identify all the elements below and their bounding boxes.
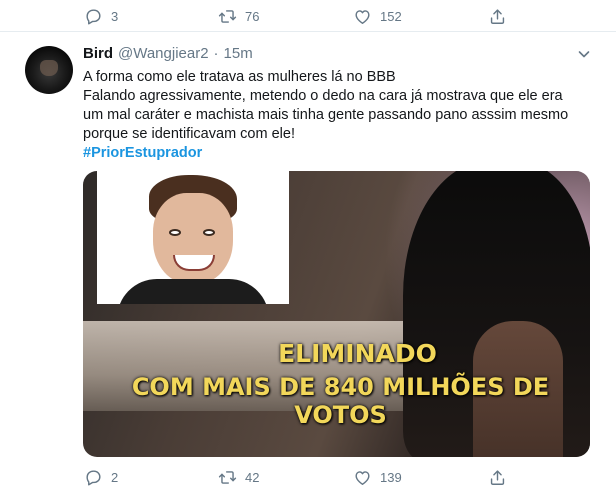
- tweet[interactable]: Bird @Wangjiear2 · 15m A forma como ele …: [0, 33, 616, 486]
- retweet-icon: [218, 7, 237, 26]
- share-icon: [488, 468, 507, 486]
- tweet-timestamp[interactable]: 15m: [224, 45, 253, 62]
- author-handle[interactable]: @Wangjiear2: [118, 45, 209, 62]
- retweet-button[interactable]: 42: [218, 468, 259, 486]
- tweet-text-line: um mal caráter e machista mais tinha gen…: [83, 107, 569, 123]
- more-options-button[interactable]: [576, 46, 592, 62]
- share-icon: [488, 7, 507, 26]
- reply-count: 2: [111, 470, 119, 485]
- retweet-count: 42: [245, 470, 260, 485]
- like-icon: [353, 7, 372, 26]
- tweet-text-line: porque se identificavam com ele!: [83, 126, 295, 142]
- like-count: 152: [380, 9, 402, 24]
- retweet-count: 76: [245, 9, 260, 24]
- share-button[interactable]: [488, 468, 507, 486]
- tweet-text-line: Falando agressivamente, metendo o dedo n…: [83, 88, 563, 104]
- share-button[interactable]: [488, 7, 507, 26]
- media-caption-subtitle: COM MAIS DE 840 MILHÕES DE VOTOS: [131, 373, 550, 429]
- retweet-icon: [218, 468, 237, 486]
- author-name[interactable]: Bird: [83, 45, 113, 62]
- like-icon: [353, 468, 372, 486]
- header-separator: ·: [213, 45, 219, 62]
- tweet-header: Bird @Wangjiear2 · 15m: [83, 45, 253, 62]
- previous-tweet-action-bar: 3 76 152: [0, 0, 616, 32]
- tweet-text-line: A forma como ele tratava as mulheres lá …: [83, 69, 396, 85]
- like-button[interactable]: 152: [353, 7, 402, 26]
- reply-button[interactable]: 2: [84, 468, 118, 486]
- avatar[interactable]: [25, 46, 73, 94]
- reply-icon: [84, 468, 103, 486]
- media-inset-photo: [97, 171, 289, 304]
- like-count: 139: [380, 470, 402, 485]
- reply-count: 3: [111, 9, 119, 24]
- tweet-text: A forma como ele tratava as mulheres lá …: [83, 68, 603, 163]
- like-button[interactable]: 139: [353, 468, 402, 486]
- tweet-media-image[interactable]: ELIMINADO COM MAIS DE 840 MILHÕES DE VOT…: [83, 171, 590, 457]
- reply-icon: [84, 7, 103, 26]
- tweet-action-bar: 2 42 139: [0, 462, 616, 486]
- retweet-button[interactable]: 76: [218, 7, 259, 26]
- media-caption-title: ELIMINADO: [278, 339, 437, 368]
- hashtag-link[interactable]: #PriorEstuprador: [83, 145, 202, 161]
- reply-button[interactable]: 3: [84, 7, 118, 26]
- chevron-down-icon: [576, 49, 592, 66]
